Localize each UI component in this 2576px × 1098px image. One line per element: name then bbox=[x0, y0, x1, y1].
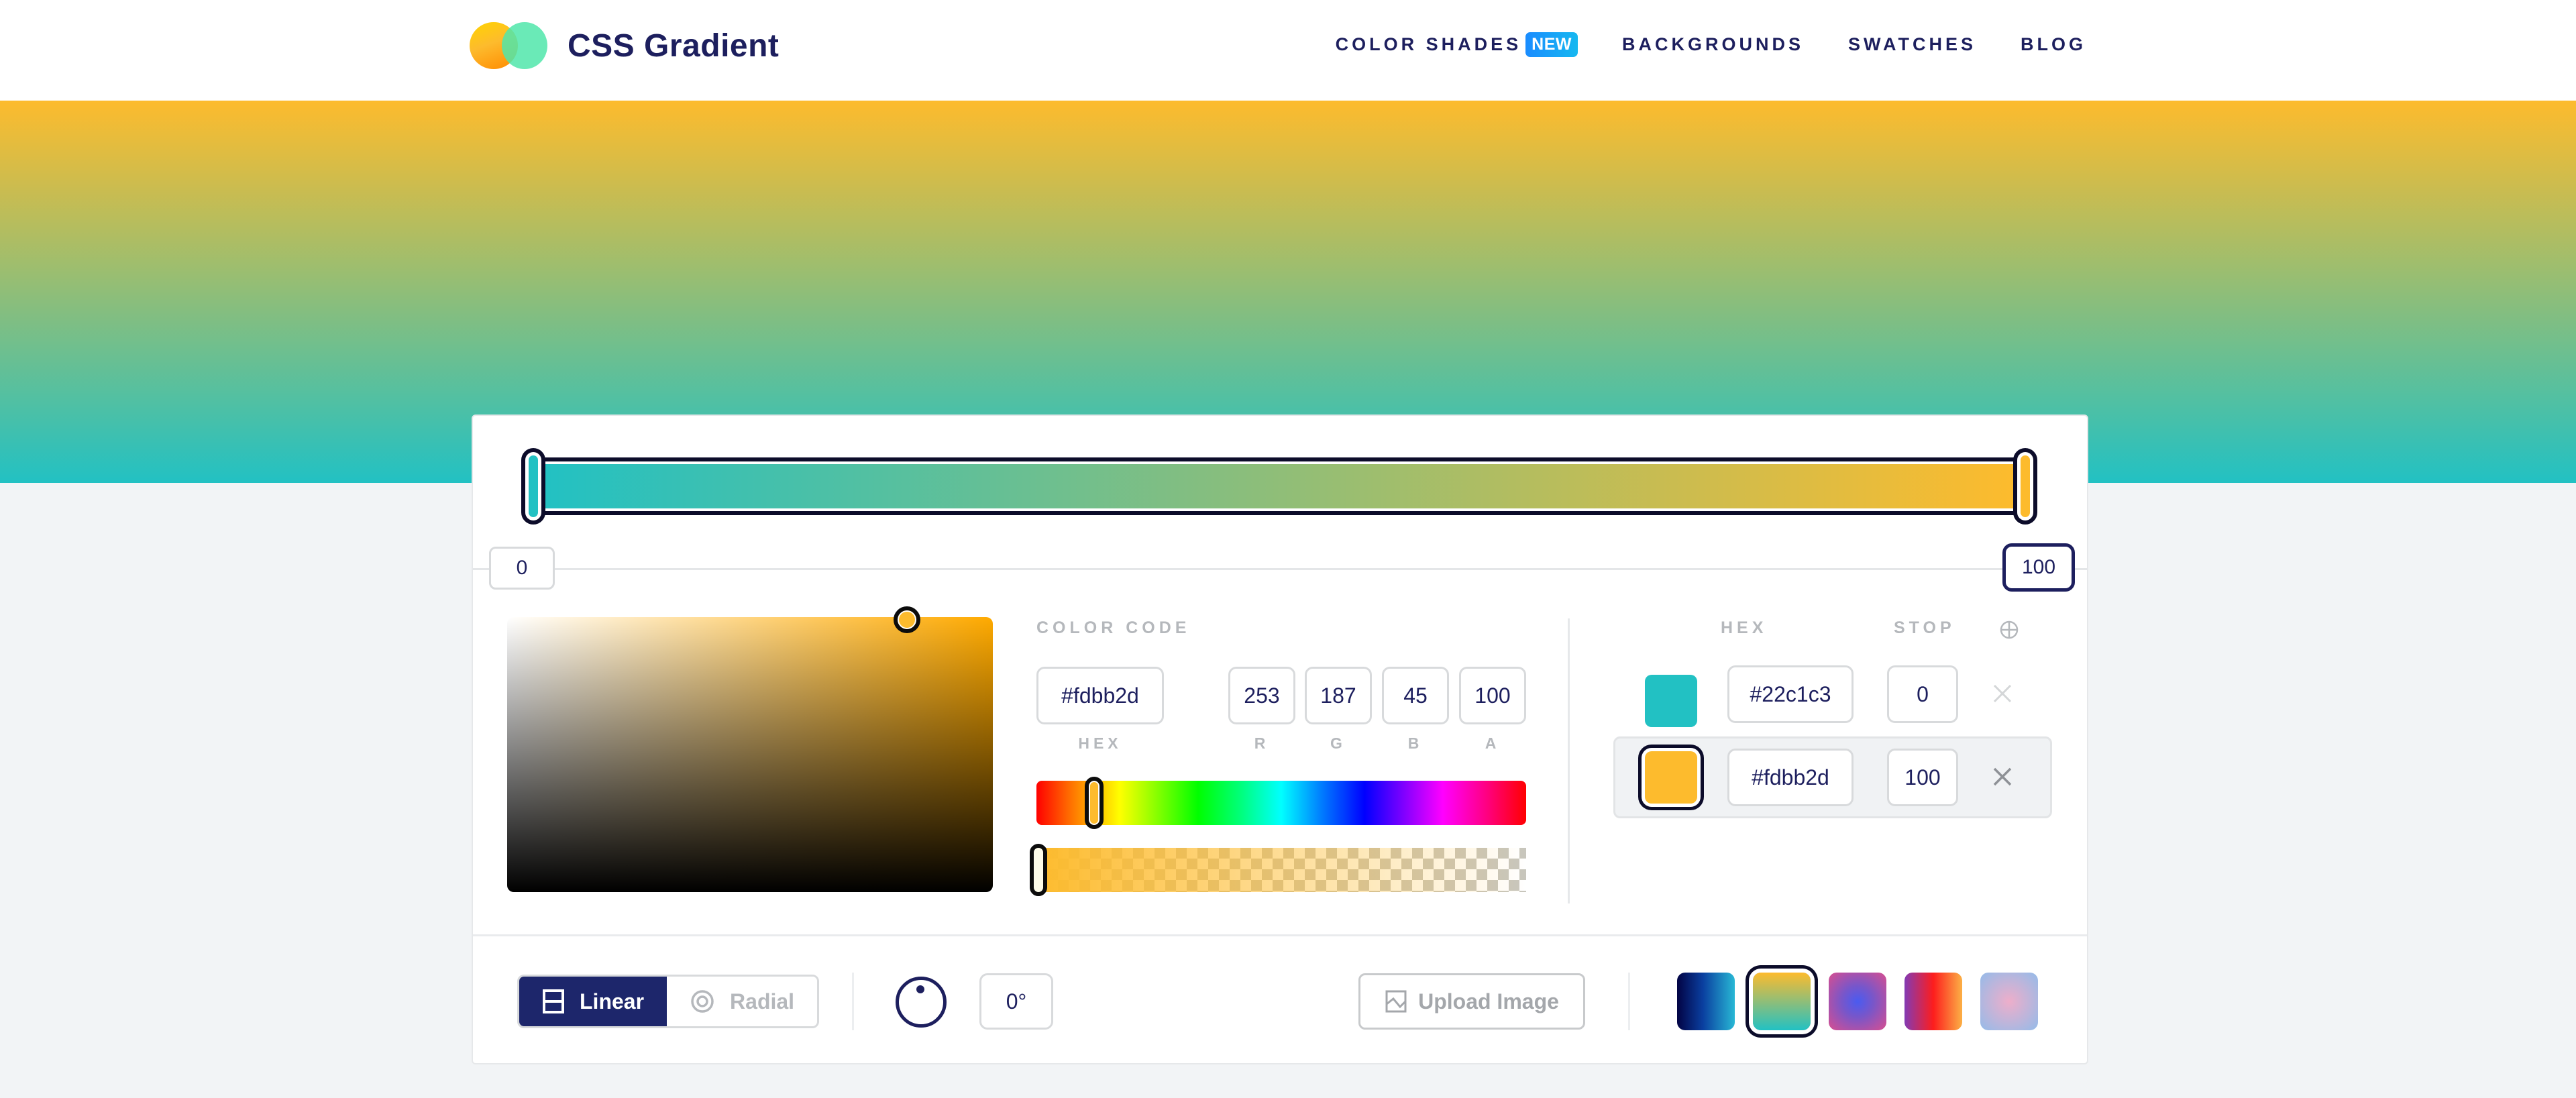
angle-input[interactable]: 0° bbox=[979, 973, 1053, 1030]
green-label: G bbox=[1330, 734, 1346, 752]
nav-swatches[interactable]: SWATCHES bbox=[1848, 34, 1976, 55]
red-label: R bbox=[1254, 734, 1270, 752]
close-icon[interactable] bbox=[1989, 680, 2016, 707]
preset-swatch-purple-red-orange[interactable] bbox=[1904, 973, 1962, 1030]
stop-position-input-0[interactable]: 0 bbox=[489, 547, 555, 590]
angle-dial-indicator bbox=[916, 985, 924, 993]
main-nav: COLOR SHADES NEW BACKGROUNDS SWATCHES BL… bbox=[1336, 32, 2086, 57]
gradient-editor: 0 100 COLOR CODE #fdbb2d HEX 253 R 187 G… bbox=[472, 415, 2088, 1064]
blue-input[interactable]: 45 bbox=[1382, 667, 1449, 724]
stop-hex-input[interactable]: #22c1c3 bbox=[1727, 665, 1854, 723]
linear-icon bbox=[543, 989, 564, 1013]
panel-divider bbox=[1568, 618, 1570, 903]
stops-hex-header: HEX bbox=[1721, 618, 1768, 637]
circle-plus-icon[interactable] bbox=[1999, 620, 2019, 640]
hue-slider[interactable] bbox=[1036, 777, 1526, 829]
hex-input[interactable]: #fdbb2d bbox=[1036, 667, 1164, 724]
saturation-handle[interactable] bbox=[894, 606, 920, 633]
close-icon[interactable] bbox=[1989, 763, 2016, 790]
gradient-bar-fill bbox=[541, 464, 2017, 508]
stop-position-input[interactable]: 0 bbox=[1887, 665, 1958, 723]
toolbar-separator bbox=[852, 973, 854, 1030]
stop-track-line bbox=[473, 568, 2087, 570]
blue-label: B bbox=[1407, 734, 1424, 752]
alpha-slider[interactable] bbox=[1030, 844, 1526, 896]
nav-backgrounds[interactable]: BACKGROUNDS bbox=[1622, 34, 1804, 55]
radial-button[interactable]: Radial bbox=[667, 977, 818, 1026]
preset-swatch-navy-cyan[interactable] bbox=[1677, 973, 1735, 1030]
gradient-type-toggle: Linear Radial bbox=[517, 975, 820, 1028]
stop-position-input-100[interactable]: 100 bbox=[2002, 543, 2075, 592]
brand-name: CSS Gradient bbox=[568, 28, 780, 64]
gradient-bar-track bbox=[535, 457, 2024, 515]
toolbar-divider bbox=[473, 934, 2087, 936]
linear-button[interactable]: Linear bbox=[519, 977, 667, 1026]
alpha-input[interactable]: 100 bbox=[1459, 667, 1526, 724]
red-input[interactable]: 253 bbox=[1228, 667, 1295, 724]
stops-stop-header: STOP bbox=[1894, 618, 1955, 637]
gradient-bar[interactable] bbox=[521, 448, 2037, 525]
nav-color-shades-label: COLOR SHADES bbox=[1335, 34, 1522, 54]
preset-swatch-gold-teal[interactable] bbox=[1753, 973, 1811, 1030]
stop-color-swatch[interactable] bbox=[1645, 751, 1697, 804]
stop-hex-input[interactable]: #fdbb2d bbox=[1727, 749, 1854, 806]
preset-swatch-lavender-pink[interactable] bbox=[1980, 973, 2038, 1030]
hue-slider-handle[interactable] bbox=[1085, 777, 1104, 829]
toolbar-separator bbox=[1628, 973, 1630, 1030]
gradient-stop-handle-100[interactable] bbox=[2013, 448, 2037, 525]
new-badge: NEW bbox=[1525, 32, 1578, 57]
nav-color-shades[interactable]: COLOR SHADES NEW bbox=[1336, 32, 1578, 57]
alpha-label: A bbox=[1485, 734, 1501, 752]
nav-blog[interactable]: BLOG bbox=[2021, 34, 2086, 55]
site-header: CSS Gradient COLOR SHADES NEW BACKGROUND… bbox=[0, 0, 2576, 101]
stop-row[interactable]: #22c1c3 0 bbox=[1613, 661, 2052, 743]
saturation-picker[interactable] bbox=[507, 606, 993, 892]
color-code-label: COLOR CODE bbox=[1036, 618, 1191, 637]
preset-swatch-pink-blue[interactable] bbox=[1829, 973, 1886, 1030]
alpha-slider-handle[interactable] bbox=[1030, 844, 1047, 896]
image-icon bbox=[1385, 990, 1407, 1013]
linear-label: Linear bbox=[580, 989, 645, 1013]
radial-label: Radial bbox=[730, 989, 795, 1013]
hex-label: HEX bbox=[1078, 734, 1122, 752]
upload-image-button[interactable]: Upload Image bbox=[1358, 973, 1585, 1030]
stop-row-selected[interactable]: #fdbb2d 100 bbox=[1613, 736, 2052, 818]
logo-icon bbox=[470, 22, 550, 69]
angle-dial[interactable] bbox=[896, 977, 947, 1028]
logo[interactable]: CSS Gradient bbox=[470, 22, 779, 69]
stop-position-input[interactable]: 100 bbox=[1887, 749, 1958, 806]
gradient-stop-handle-0[interactable] bbox=[521, 448, 545, 525]
green-input[interactable]: 187 bbox=[1305, 667, 1372, 724]
radial-icon bbox=[691, 990, 714, 1013]
upload-image-label: Upload Image bbox=[1418, 989, 1559, 1013]
stop-color-swatch[interactable] bbox=[1645, 675, 1697, 727]
